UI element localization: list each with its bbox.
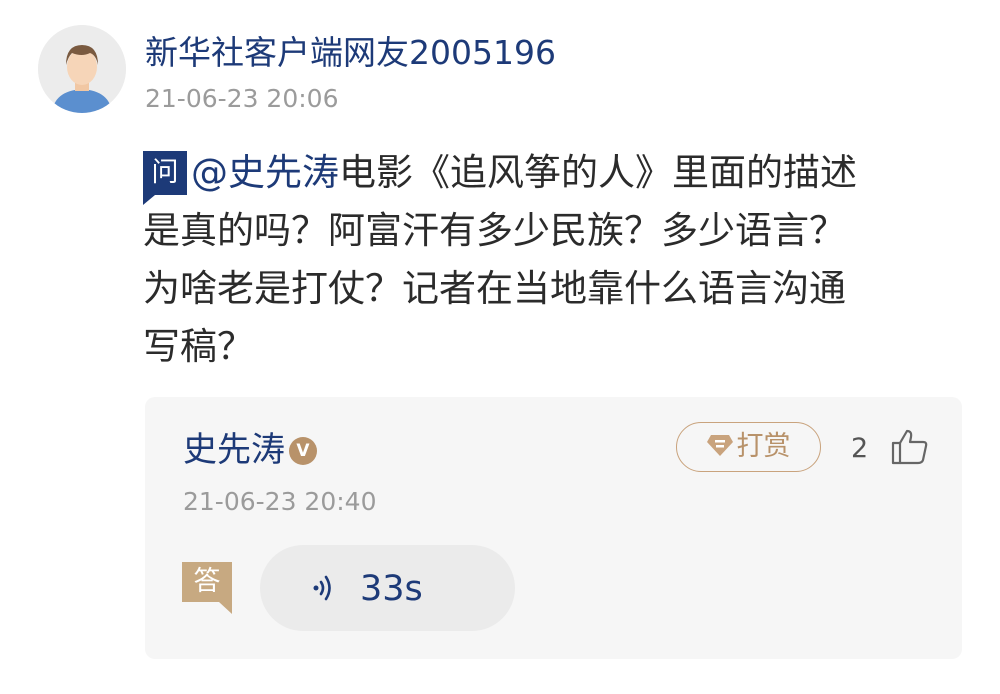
- tip-button[interactable]: 打赏: [676, 422, 821, 472]
- verified-icon: V: [289, 437, 317, 465]
- asker-timestamp: 21-06-23 20:06: [145, 84, 339, 113]
- answer-timestamp: 21-06-23 20:40: [183, 487, 377, 516]
- answer-badge: 答: [182, 562, 232, 614]
- answer-card: 史先涛 V 21-06-23 20:40 打赏 2 答 33s: [145, 397, 962, 659]
- question-text: 问 @史先涛电影《追风筝的人》里面的描述 是真的吗？阿富汗有多少民族？多少语言？ …: [143, 144, 943, 376]
- answerer-name[interactable]: 史先涛: [183, 430, 285, 470]
- tip-label: 打赏: [736, 431, 791, 462]
- user-avatar-icon: [38, 25, 126, 113]
- diamond-icon: [706, 425, 733, 472]
- question-line-1-text: 电影《追风筝的人》里面的描述: [339, 151, 857, 194]
- thumbs-up-icon[interactable]: [890, 428, 930, 470]
- asker-name[interactable]: 新华社客户端网友2005196: [145, 32, 556, 74]
- question-badge: 问: [143, 151, 187, 205]
- like-count: 2: [851, 433, 869, 464]
- audio-player[interactable]: 33s: [260, 545, 515, 631]
- mention-link[interactable]: @史先涛: [191, 151, 339, 194]
- question-line-4: 写稿？: [143, 325, 254, 368]
- answerer-name-row: 史先涛 V: [183, 430, 317, 470]
- question-line-1: 问 @史先涛电影《追风筝的人》里面的描述: [143, 144, 943, 205]
- audio-duration: 33s: [360, 569, 423, 609]
- question-line-3: 为啥老是打仗？记者在当地靠什么语言沟通: [143, 267, 846, 310]
- sound-wave-icon: [312, 573, 336, 607]
- asker-avatar[interactable]: [38, 25, 126, 113]
- question-line-2: 是真的吗？阿富汗有多少民族？多少语言？: [143, 209, 846, 252]
